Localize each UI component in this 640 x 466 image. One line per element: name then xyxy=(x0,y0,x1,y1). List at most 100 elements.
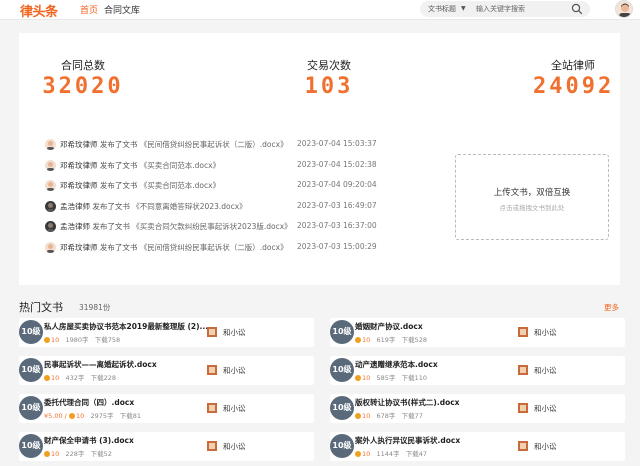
doc-card[interactable]: 10级 动产遗赠继承范本.docx 10 585字 下载110 和小讼 xyxy=(330,356,625,385)
activity-time: 2023-07-03 15:00:29 xyxy=(297,241,377,251)
lawyer-name[interactable]: 邓希玟律师 xyxy=(60,181,98,190)
author-avatar-icon xyxy=(207,403,217,413)
search-type-select[interactable]: 文书标题 xyxy=(428,4,456,14)
doc-card[interactable]: 10级 私人房屋买卖协议书范本2019最新整理版 (2).... 10 1980字 … xyxy=(19,318,314,347)
activity-doc-link[interactable]: 《民间借贷纠纷民事起诉状（二版）.docx》 xyxy=(140,140,288,149)
author-avatar-icon xyxy=(518,365,528,375)
stat-label: 全站律师 xyxy=(551,59,595,72)
doc-card[interactable]: 10级 版权转让协议书(样式二).docx 10 678字 下载77 和小讼 xyxy=(330,394,625,423)
nav-home[interactable]: 首页 xyxy=(80,3,98,16)
doc-card[interactable]: 10级 案外人执行异议民事诉状.docx 10 1144字 下载47 和小讼 xyxy=(330,432,625,461)
author-avatar-icon xyxy=(207,365,217,375)
lawyer-name[interactable]: 邓希玟律师 xyxy=(60,243,98,252)
doc-author[interactable]: 和小讼 xyxy=(534,403,557,414)
doc-points: 10 xyxy=(75,412,85,420)
lawyer-name[interactable]: 邓希玟律师 xyxy=(60,140,98,149)
lawyer-avatar[interactable] xyxy=(45,241,56,253)
doc-title[interactable]: 动产遗赠继承范本.docx xyxy=(355,359,527,370)
coin-icon xyxy=(355,375,361,381)
doc-title[interactable]: 私人房屋买卖协议书范本2019最新整理版 (2).... xyxy=(44,321,216,332)
coin-icon xyxy=(355,451,361,457)
doc-points: 10 xyxy=(51,336,60,344)
doc-card[interactable]: 10级 民事起诉状——离婚起诉状.docx 10 432字 下载228 和小讼 xyxy=(19,356,314,385)
doc-words: 1144字 xyxy=(376,450,400,458)
doc-title[interactable]: 案外人执行异议民事诉状.docx xyxy=(355,435,527,446)
doc-downloads: 下载528 xyxy=(401,336,428,344)
activity-doc-link[interactable]: 《民间借贷纠纷民事起诉状（二版）.docx》 xyxy=(140,243,288,252)
stat-value: 24092 xyxy=(533,74,615,99)
upload-subtitle: 点击或拖拽文书到此处 xyxy=(499,204,565,212)
activity-row: 邓希玟律师 发布了文书 《民间借贷纠纷民事起诉状（二版）.docx》 2023-0… xyxy=(45,138,377,152)
caret-down-icon[interactable]: ▼ xyxy=(461,5,466,12)
lawyer-name[interactable]: 孟浩律师 xyxy=(60,222,90,231)
more-link[interactable]: 更多 xyxy=(604,302,619,313)
lawyer-avatar[interactable] xyxy=(45,221,56,232)
author-avatar-icon xyxy=(207,441,217,451)
level-badge: 10级 xyxy=(330,320,354,344)
activity-doc-link[interactable]: 《不同意离婚答辩状2023.docx》 xyxy=(132,202,246,211)
activity-doc-link[interactable]: 《买卖合同范本.docx》 xyxy=(140,181,220,190)
doc-author[interactable]: 和小讼 xyxy=(223,365,246,376)
doc-author[interactable]: 和小讼 xyxy=(534,327,557,338)
doc-points: 10 xyxy=(51,450,60,458)
activity-verb: 发布了文书 xyxy=(92,201,130,211)
stat-transactions: 交易次数 103 xyxy=(289,57,369,99)
doc-author[interactable]: 和小讼 xyxy=(534,441,557,452)
doc-title[interactable]: 财产保全申请书 (3).docx xyxy=(44,435,216,446)
doc-downloads: 下载47 xyxy=(405,450,428,458)
doc-meta: ¥5.00 / 10 2975字 下载81 xyxy=(44,410,141,420)
level-badge: 10级 xyxy=(19,396,43,420)
activity-time: 2023-07-03 16:37:00 xyxy=(297,221,377,230)
doc-meta: 10 585字 下载110 xyxy=(355,372,427,382)
doc-words: 678字 xyxy=(376,412,396,420)
lawyer-avatar[interactable] xyxy=(45,159,56,171)
author-avatar-icon xyxy=(518,441,528,451)
doc-words: 585字 xyxy=(376,374,396,382)
activity-time: 2023-07-04 09:20:04 xyxy=(297,180,377,189)
doc-author[interactable]: 和小讼 xyxy=(223,327,246,338)
doc-card[interactable]: 10级 财产保全申请书 (3).docx 10 228字 下载52 和小讼 xyxy=(19,432,314,461)
author-avatar-icon xyxy=(207,327,217,337)
doc-author[interactable]: 和小讼 xyxy=(534,365,557,376)
lawyer-name[interactable]: 邓希玟律师 xyxy=(60,161,98,170)
doc-price: ¥5.00 / xyxy=(44,412,67,420)
nav-contract-library[interactable]: 合同文库 xyxy=(104,3,140,16)
activity-verb: 发布了文书 xyxy=(99,140,138,149)
doc-downloads: 下载77 xyxy=(401,412,423,420)
activity-doc-link[interactable]: 《买卖合同欠款纠纷民事起诉状2023版.docx》 xyxy=(132,222,291,231)
activity-verb: 发布了文书 xyxy=(99,160,138,170)
doc-title[interactable]: 委托代理合同（四）.docx xyxy=(44,397,216,408)
coin-icon xyxy=(355,337,361,343)
doc-points: 10 xyxy=(362,450,371,458)
activity-doc-link[interactable]: 《买卖合同范本.docx》 xyxy=(140,161,220,170)
doc-points: 10 xyxy=(362,374,371,382)
doc-downloads: 下载52 xyxy=(90,450,112,458)
doc-points: 10 xyxy=(362,336,371,344)
doc-card[interactable]: 10级 委托代理合同（四）.docx ¥5.00 / 10 2975字 下载81 和小… xyxy=(19,394,314,423)
lawyer-avatar[interactable] xyxy=(45,139,56,150)
doc-author[interactable]: 和小讼 xyxy=(223,441,246,452)
doc-author[interactable]: 和小讼 xyxy=(223,403,246,414)
stats-card: 合同总数 32020 交易次数 103 全站律师 24092 邓希玟律师 发布了… xyxy=(19,33,620,285)
doc-card[interactable]: 10级 婚姻财产协议.docx 10 619字 下载528 和小讼 xyxy=(330,318,625,347)
doc-title[interactable]: 版权转让协议书(样式二).docx xyxy=(355,397,527,408)
doc-words: 432字 xyxy=(65,374,85,382)
activity-verb: 发布了文书 xyxy=(99,242,138,252)
doc-title[interactable]: 民事起诉状——离婚起诉状.docx xyxy=(44,359,216,370)
level-badge: 10级 xyxy=(330,434,354,458)
user-avatar[interactable] xyxy=(615,0,633,18)
doc-title[interactable]: 婚姻财产协议.docx xyxy=(355,321,527,332)
search-icon[interactable] xyxy=(571,3,583,15)
level-badge: 10级 xyxy=(330,358,354,382)
upload-dropzone[interactable]: 上传文书，双倍互换 点击或拖拽文书到此处 xyxy=(455,154,609,240)
stat-value: 103 xyxy=(304,74,354,99)
doc-downloads: 下载758 xyxy=(94,336,121,344)
doc-meta: 10 1144字 下载47 xyxy=(355,448,427,458)
lawyer-avatar[interactable] xyxy=(45,200,56,212)
search-input[interactable] xyxy=(476,3,566,15)
lawyer-avatar[interactable] xyxy=(45,180,56,191)
activity-row: 邓希玟律师 发布了文书 《买卖合同范本.docx》 2023-07-04 09:2… xyxy=(45,179,377,193)
level-badge: 10级 xyxy=(19,434,43,458)
site-logo[interactable]: 律头条 xyxy=(20,1,58,20)
lawyer-name[interactable]: 孟浩律师 xyxy=(60,202,90,211)
